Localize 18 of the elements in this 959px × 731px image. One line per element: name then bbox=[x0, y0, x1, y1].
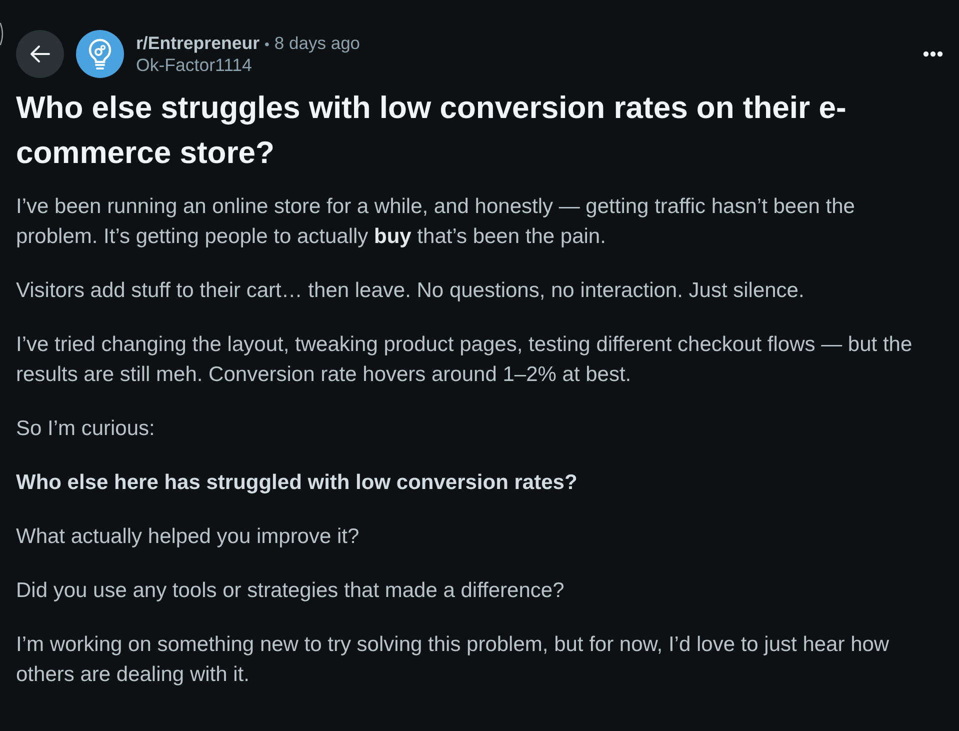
body-paragraph: So I’m curious: bbox=[16, 416, 156, 442]
body-paragraph: Visitors add stuff to their cart… then leave. No questions, no interaction. Just silence. bbox=[16, 278, 806, 304]
body-paragraph: I’m working on something new to try solving this problem, but for now, I’d love to just hear how others are dealing with it. bbox=[16, 632, 890, 688]
body-paragraph: Who else here has struggled with low conversion rates? bbox=[16, 470, 578, 496]
cropped-ring-icon bbox=[0, 22, 4, 46]
lightbulb-avatar-icon bbox=[76, 30, 124, 78]
subreddit-link[interactable]: r/Entrepreneur bbox=[136, 32, 260, 54]
body-paragraph: Did you use any tools or strategies that made a difference? bbox=[16, 578, 566, 604]
post-time: 8 days ago bbox=[274, 32, 360, 54]
body-paragraph: What actually helped you improve it? bbox=[16, 524, 360, 550]
body-paragraph: I’ve tried changing the layout, tweaking product pages, testing different checkout flows — but the results are still meh. Conversion rate hovers around 1–2% at best. bbox=[16, 332, 914, 388]
separator-dot: • bbox=[264, 36, 270, 52]
arrow-left-icon bbox=[29, 43, 51, 65]
author-link[interactable]: Ok-Factor1114 bbox=[136, 54, 252, 76]
post-title: Who else struggles with low conversion rates on their e-commerce store? bbox=[16, 89, 848, 172]
back-button[interactable] bbox=[16, 30, 64, 78]
more-options-icon[interactable] bbox=[923, 51, 943, 57]
body-paragraph: I’ve been running an online store for a while, and honestly — getting traffic hasn’t been the problem. It’s getting people to actually buy that’s been the pain. bbox=[16, 194, 856, 250]
